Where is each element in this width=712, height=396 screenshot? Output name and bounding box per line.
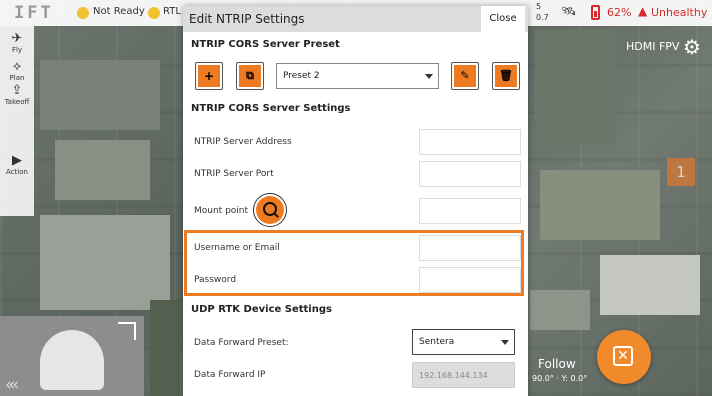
server-address-input[interactable] — [419, 129, 521, 155]
satellite-icon: 🛰 — [561, 4, 577, 18]
forward-preset-select[interactable]: Sentera — [412, 329, 515, 355]
alert-icon: ▲ — [638, 4, 648, 18]
top-value-1: 5 — [536, 2, 542, 11]
dialog-header: Edit NTRIP Settings Close — [183, 6, 528, 32]
preset-section-title: NTRIP CORS Server Preset — [191, 39, 340, 50]
edit-preset-button[interactable]: ✎ — [451, 62, 479, 90]
forward-preset-label: Data Forward Preset: — [194, 338, 289, 348]
fly-icon: ✈ — [11, 31, 23, 46]
rtk-indicator-icon — [148, 7, 160, 19]
battery-percent: 62% — [607, 6, 632, 19]
add-preset-button[interactable]: + — [195, 62, 223, 90]
rtl-label: RTL — [163, 6, 181, 17]
trash-icon: 🗑 — [495, 65, 517, 87]
play-icon: ▶ — [12, 153, 22, 168]
left-toolbar: ✈ Fly ⟡ Plan ⇪ Takeoff ▶ Action — [0, 26, 34, 216]
chevron-down-icon — [501, 340, 509, 345]
server-port-label: NTRIP Server Port — [194, 169, 274, 179]
toolbar-takeoff[interactable]: ⇪ Takeoff — [0, 83, 34, 107]
takeoff-icon: ⇪ — [11, 83, 23, 98]
camera-subject — [40, 330, 104, 390]
collapse-chevron-icon[interactable]: «‹ — [5, 375, 19, 395]
password-label: Password — [194, 275, 237, 285]
toolbar-action[interactable]: ▶ Action — [0, 153, 34, 177]
toolbar-fly[interactable]: ✈ Fly — [0, 31, 34, 55]
pencil-icon: ✎ — [454, 65, 476, 87]
app-logo: IFT — [14, 3, 54, 23]
duplicate-preset-button[interactable]: ⧉ — [236, 62, 264, 90]
health-status: Unhealthy — [651, 6, 708, 19]
mount-point-search-button[interactable] — [253, 193, 287, 227]
server-port-input[interactable] — [419, 161, 521, 187]
camera-preview[interactable] — [0, 316, 144, 396]
username-input[interactable] — [419, 235, 521, 261]
dialog-title: Edit NTRIP Settings — [189, 12, 305, 26]
plan-icon: ⟡ — [12, 59, 22, 74]
map-marker[interactable]: 1 — [667, 158, 695, 186]
status-indicator-icon — [77, 7, 89, 19]
mount-point-label: Mount point — [194, 206, 249, 216]
close-button[interactable]: Close — [481, 6, 525, 32]
toolbar-plan[interactable]: ⟡ Plan — [0, 59, 34, 83]
preset-select[interactable]: Preset 2 — [276, 63, 439, 89]
mount-point-input[interactable] — [419, 198, 521, 224]
close-icon: ✕ — [613, 346, 633, 366]
battery-icon — [591, 5, 600, 20]
chevron-down-icon — [425, 74, 433, 79]
forward-ip-input[interactable]: 192.168.144.134 — [412, 362, 515, 388]
follow-angles: 90.0° · Y: 0.0° — [532, 374, 588, 383]
server-address-label: NTRIP Server Address — [194, 137, 292, 147]
expand-icon[interactable] — [118, 322, 136, 340]
ntrip-settings-dialog: Edit NTRIP Settings Close NTRIP CORS Ser… — [183, 6, 528, 396]
gear-icon[interactable]: ⚙ — [683, 35, 701, 59]
close-fab-button[interactable]: ✕ — [597, 330, 651, 384]
server-section-title: NTRIP CORS Server Settings — [191, 103, 351, 114]
video-source-label[interactable]: HDMI FPV — [626, 40, 679, 53]
udp-section-title: UDP RTK Device Settings — [191, 304, 332, 315]
plus-icon: + — [198, 65, 220, 87]
username-label: Username or Email — [194, 243, 280, 253]
top-value-2: 0.7 — [536, 13, 549, 22]
delete-preset-button[interactable]: 🗑 — [492, 62, 520, 90]
password-input[interactable] — [419, 267, 521, 293]
forward-ip-label: Data Forward IP — [194, 370, 266, 380]
copy-icon: ⧉ — [239, 65, 261, 87]
flight-status: Not Ready — [93, 6, 145, 17]
follow-label: Follow — [538, 357, 576, 371]
